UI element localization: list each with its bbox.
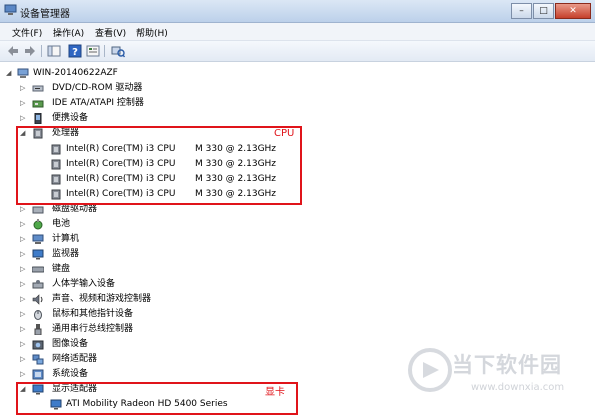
- expand-arrow-icon[interactable]: ▷: [20, 337, 28, 352]
- help-icon[interactable]: ?: [68, 44, 82, 58]
- network-icon: [32, 354, 44, 365]
- forward-arrow-icon[interactable]: [23, 44, 37, 58]
- tree-item-label: 键盘: [52, 264, 71, 274]
- tree-item-label: 计算机: [52, 234, 80, 244]
- expand-arrow-icon[interactable]: ▷: [20, 292, 28, 307]
- scan-hardware-icon[interactable]: [111, 44, 125, 58]
- maximize-button[interactable]: □: [533, 3, 554, 19]
- monitor-icon: [32, 249, 44, 260]
- menu-bar: 文件(F) 操作(A) 查看(V) 帮助(H): [0, 23, 595, 41]
- tree-item-label: IDE ATA/ATAPI 控制器: [52, 98, 144, 108]
- device-manager-icon: [4, 4, 17, 15]
- minimize-button[interactable]: –: [511, 3, 532, 19]
- tree-item-label: 系统设备: [52, 369, 89, 379]
- tree-root-label: WIN-20140622AZF: [33, 68, 118, 78]
- tree-item-label: 声音、视频和游戏控制器: [52, 294, 152, 304]
- expand-arrow-icon[interactable]: ▷: [20, 262, 28, 277]
- expand-arrow-icon[interactable]: ▷: [20, 111, 28, 126]
- tree-item-dvd[interactable]: ▷ DVD/CD-ROM 驱动器: [20, 81, 220, 96]
- portable-device-icon: [34, 113, 42, 124]
- expand-arrow-icon[interactable]: ▷: [20, 277, 28, 292]
- tree-root[interactable]: ◢ WIN-20140622AZF: [6, 66, 206, 81]
- tree-item-network[interactable]: ▷ 网络适配器: [20, 352, 220, 367]
- expand-arrow-icon[interactable]: ▷: [20, 81, 28, 96]
- tree-item-imaging[interactable]: ▷ 图像设备: [20, 337, 220, 352]
- tree-item-computer[interactable]: ▷ 计算机: [20, 232, 220, 247]
- tree-item-label: DVD/CD-ROM 驱动器: [52, 83, 143, 93]
- imaging-icon: [32, 340, 44, 350]
- toolbar-separator: [104, 45, 105, 57]
- menu-file[interactable]: 文件(F): [12, 26, 42, 39]
- console-tree-icon[interactable]: [47, 44, 61, 58]
- expand-arrow-icon[interactable]: ▷: [20, 367, 28, 382]
- tree-item-label: 便携设备: [52, 113, 89, 123]
- toolbar: ?: [0, 41, 595, 62]
- tree-item-monitor[interactable]: ▷ 监视器: [20, 247, 220, 262]
- window-title: 设备管理器: [20, 9, 70, 20]
- tree-item-battery[interactable]: ▷ 电池: [20, 217, 220, 232]
- tree-item-portable[interactable]: ▷ 便携设备: [20, 111, 220, 126]
- battery-icon: [33, 219, 43, 230]
- svg-text:?: ?: [72, 47, 78, 58]
- menu-view[interactable]: 查看(V): [95, 26, 126, 39]
- disk-drive-icon: [32, 206, 44, 214]
- tree-item-usb[interactable]: ▷ 通用串行总线控制器: [20, 322, 240, 337]
- properties-icon[interactable]: [86, 44, 100, 58]
- tree-item-hid[interactable]: ▷ 人体学输入设备: [20, 277, 220, 292]
- collapse-arrow-icon[interactable]: ◢: [6, 66, 14, 81]
- expand-arrow-icon[interactable]: ▷: [20, 352, 28, 367]
- tree-item-system[interactable]: ▷ 系统设备: [20, 367, 220, 382]
- expand-arrow-icon[interactable]: ▷: [20, 96, 28, 111]
- expand-arrow-icon[interactable]: ▷: [20, 232, 28, 247]
- mouse-icon: [34, 310, 42, 320]
- tree-item-label: 鼠标和其他指针设备: [52, 309, 134, 319]
- display-annotation: 显卡: [265, 387, 285, 398]
- cpu-annotation: CPU: [274, 128, 295, 139]
- expand-arrow-icon[interactable]: ▷: [20, 322, 28, 337]
- menu-help[interactable]: 帮助(H): [136, 26, 168, 39]
- back-arrow-icon[interactable]: [6, 44, 20, 58]
- menu-action[interactable]: 操作(A): [53, 26, 84, 39]
- display-highlight-box: [16, 382, 298, 415]
- tree-item-ide[interactable]: ▷ IDE ATA/ATAPI 控制器: [20, 96, 220, 111]
- tree-item-label: 电池: [52, 219, 71, 229]
- device-manager-window: 设备管理器 – □ ✕ 文件(F) 操作(A) 查看(V) 帮助(H) ? ◢ …: [0, 0, 595, 418]
- toolbar-separator: [41, 45, 42, 57]
- system-device-icon: [32, 369, 44, 380]
- tree-item-label: 人体学输入设备: [52, 279, 116, 289]
- expand-arrow-icon[interactable]: ▷: [20, 247, 28, 262]
- tree-item-keyboard[interactable]: ▷ 键盘: [20, 262, 220, 277]
- expand-arrow-icon[interactable]: ▷: [20, 217, 28, 232]
- close-button[interactable]: ✕: [555, 3, 591, 19]
- keyboard-icon: [32, 266, 44, 273]
- computer-icon: [32, 234, 44, 244]
- dvd-drive-icon: [32, 85, 44, 92]
- watermark-url: www.downxia.com: [471, 382, 565, 393]
- tree-item-mouse[interactable]: ▷ 鼠标和其他指针设备: [20, 307, 240, 322]
- expand-arrow-icon[interactable]: ▷: [20, 307, 28, 322]
- cpu-highlight-box: [16, 126, 302, 205]
- computer-icon: [17, 68, 29, 78]
- hid-icon: [32, 280, 44, 289]
- usb-icon: [34, 324, 42, 335]
- watermark-brand: 当下软件园: [452, 353, 562, 377]
- ide-controller-icon: [32, 100, 44, 108]
- window-controls: – □ ✕: [510, 3, 591, 19]
- title-bar[interactable]: 设备管理器 – □ ✕: [0, 0, 595, 23]
- tree-item-label: 图像设备: [52, 339, 89, 349]
- tree-item-sound[interactable]: ▷ 声音、视频和游戏控制器: [20, 292, 240, 307]
- sound-icon: [32, 294, 43, 305]
- tree-item-label: 通用串行总线控制器: [52, 324, 134, 334]
- tree-item-label: 网络适配器: [52, 354, 98, 364]
- tree-item-label: 监视器: [52, 249, 80, 259]
